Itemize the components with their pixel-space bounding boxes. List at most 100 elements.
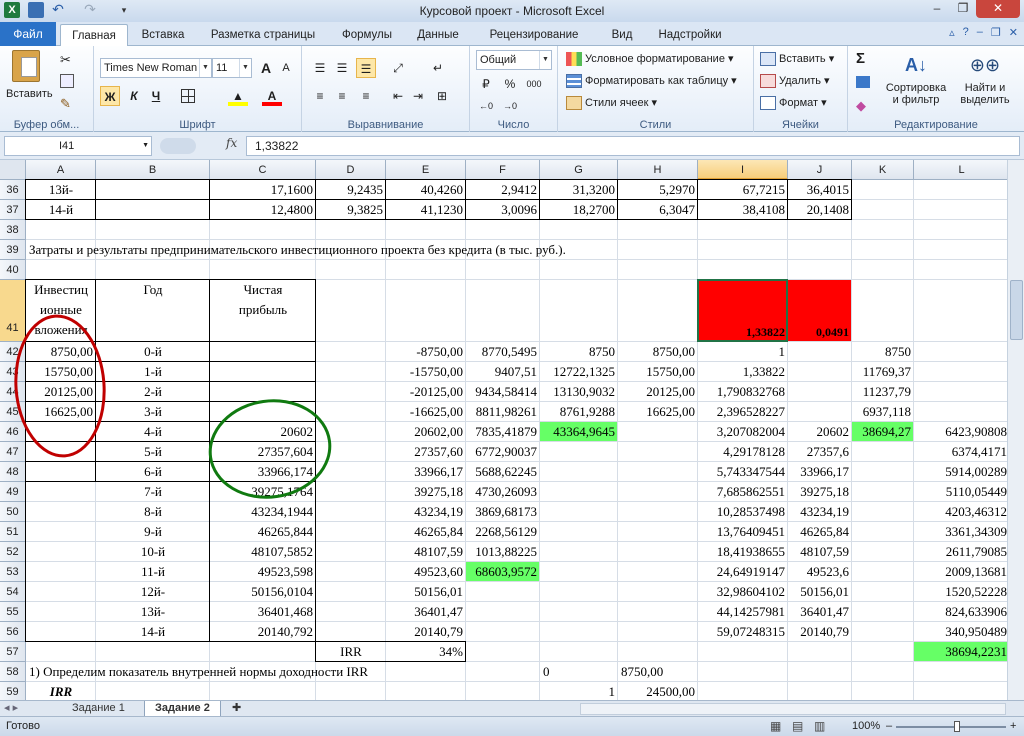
column-header-k[interactable]: K: [852, 160, 914, 180]
increase-decimal-icon[interactable]: ←0: [476, 96, 496, 116]
cell-f51[interactable]: 2268,56129: [466, 522, 540, 542]
row-header-37[interactable]: 37: [0, 200, 26, 220]
cell-d36[interactable]: 9,2435: [316, 180, 386, 200]
help-icon[interactable]: ?: [963, 26, 969, 39]
insert-function-icon[interactable]: fx: [226, 136, 237, 150]
cell-j46[interactable]: 20602: [788, 422, 852, 442]
cell-h44[interactable]: 20125,00: [618, 382, 698, 402]
cell-l56[interactable]: 340,950489: [914, 622, 1010, 642]
cell-b52[interactable]: 10-й: [96, 542, 210, 562]
cell-i54[interactable]: 32,98604102: [698, 582, 788, 602]
cell-a41-line2[interactable]: ионные: [26, 300, 96, 320]
cell-b43[interactable]: 1-й: [96, 362, 210, 382]
cell-k44[interactable]: 11237,79: [852, 382, 914, 402]
format-as-table-button[interactable]: Форматировать как таблицу ▾: [566, 74, 737, 89]
row-header-55[interactable]: 55: [0, 602, 26, 622]
row-header-50[interactable]: 50: [0, 502, 26, 522]
autosum-button[interactable]: Σ: [856, 50, 865, 67]
cell-j36[interactable]: 36,4015: [788, 180, 852, 200]
zoom-level[interactable]: 100%: [852, 717, 880, 736]
cell-j51[interactable]: 46265,84: [788, 522, 852, 542]
cell-f50[interactable]: 3869,68173: [466, 502, 540, 522]
shrink-font-button[interactable]: A: [276, 58, 296, 78]
increase-indent-icon[interactable]: ⇥: [408, 86, 428, 106]
cell-i48[interactable]: 5,743347544: [698, 462, 788, 482]
format-painter-icon[interactable]: ✎: [60, 96, 71, 112]
cell-e43[interactable]: -15750,00: [386, 362, 466, 382]
cell-i53[interactable]: 24,64919147: [698, 562, 788, 582]
cell-c56[interactable]: 20140,792: [210, 622, 316, 642]
insert-cells-button[interactable]: Вставить ▾: [760, 52, 834, 67]
cell-d57[interactable]: IRR: [316, 642, 386, 662]
tab-home[interactable]: Главная: [60, 24, 128, 47]
cell-j50[interactable]: 43234,19: [788, 502, 852, 522]
cell-j37[interactable]: 20,1408: [788, 200, 852, 220]
format-cells-button[interactable]: Формат ▾: [760, 96, 827, 111]
decrease-indent-icon[interactable]: ⇤: [388, 86, 408, 106]
decrease-decimal-icon[interactable]: →0: [500, 96, 520, 116]
cell-g36[interactable]: 31,3200: [540, 180, 618, 200]
cell-f44[interactable]: 9434,58414: [466, 382, 540, 402]
cell-h37[interactable]: 6,3047: [618, 200, 698, 220]
formula-bar-splitter[interactable]: [160, 138, 196, 154]
page-break-view-icon[interactable]: ▥: [814, 717, 825, 736]
cell-f47[interactable]: 6772,90037: [466, 442, 540, 462]
cell-i45[interactable]: 2,396528227: [698, 402, 788, 422]
row-header-52[interactable]: 52: [0, 542, 26, 562]
cell-l51[interactable]: 3361,34309: [914, 522, 1010, 542]
cell-b54[interactable]: 12й-: [96, 582, 210, 602]
column-header-a[interactable]: A: [26, 160, 96, 180]
cell-b51[interactable]: 9-й: [96, 522, 210, 542]
row-header-45[interactable]: 45: [0, 402, 26, 422]
row-header-49[interactable]: 49: [0, 482, 26, 502]
cell-l57[interactable]: 38694,2231: [914, 642, 1010, 662]
row-header-48[interactable]: 48: [0, 462, 26, 482]
cell-f42[interactable]: 8770,5495: [466, 342, 540, 362]
column-header-g[interactable]: G: [540, 160, 618, 180]
cell-f53[interactable]: 68603,9572: [466, 562, 540, 582]
column-header-i[interactable]: I: [698, 160, 788, 180]
cell-h36[interactable]: 5,2970: [618, 180, 698, 200]
cell-j55[interactable]: 36401,47: [788, 602, 852, 622]
row-header-57[interactable]: 57: [0, 642, 26, 662]
cell-e37[interactable]: 41,1230: [386, 200, 466, 220]
minimize-ribbon-icon[interactable]: ▵: [949, 26, 955, 39]
cell-l49[interactable]: 5110,05449: [914, 482, 1010, 502]
cell-e42[interactable]: -8750,00: [386, 342, 466, 362]
sheet-tab-1[interactable]: Задание 1: [62, 701, 135, 717]
cell-i37[interactable]: 38,4108: [698, 200, 788, 220]
worksheet-grid[interactable]: A B C D E F G H I J K L 36 37 38 39 40 41 42 43 44 45 46 47 48 49…: [0, 160, 1024, 700]
cell-a36[interactable]: 13й-: [26, 180, 96, 200]
row-header-43[interactable]: 43: [0, 362, 26, 382]
cell-e53[interactable]: 49523,60: [386, 562, 466, 582]
cell-c52[interactable]: 48107,5852: [210, 542, 316, 562]
column-header-j[interactable]: J: [788, 160, 852, 180]
cell-e57[interactable]: 34%: [386, 642, 466, 662]
cell-e49[interactable]: 39275,18: [386, 482, 466, 502]
tab-page-layout[interactable]: Разметка страницы: [198, 24, 328, 46]
cell-e47[interactable]: 27357,60: [386, 442, 466, 462]
cell-i46[interactable]: 3,207082004: [698, 422, 788, 442]
currency-icon[interactable]: ₽: [476, 74, 496, 94]
column-header-f[interactable]: F: [466, 160, 540, 180]
cell-l46[interactable]: 6423,90808: [914, 422, 1010, 442]
cell-g45[interactable]: 8761,9288: [540, 402, 618, 422]
cell-f52[interactable]: 1013,88225: [466, 542, 540, 562]
find-select-button[interactable]: ⊕⊕ Найти и выделить: [952, 50, 1018, 106]
cell-i52[interactable]: 18,41938655: [698, 542, 788, 562]
cell-f43[interactable]: 9407,51: [466, 362, 540, 382]
cell-h58[interactable]: 8750,00: [618, 662, 698, 682]
cell-l50[interactable]: 4203,46312: [914, 502, 1010, 522]
column-header-l[interactable]: L: [914, 160, 1010, 180]
cell-i56[interactable]: 59,07248315: [698, 622, 788, 642]
cell-h45[interactable]: 16625,00: [618, 402, 698, 422]
tab-formulas[interactable]: Формулы: [334, 24, 400, 46]
cell-g58[interactable]: 0: [540, 662, 618, 682]
cell-b41-line1[interactable]: Год: [96, 280, 210, 300]
cell-a44[interactable]: 20125,00: [26, 382, 96, 402]
cell-f36[interactable]: 2,9412: [466, 180, 540, 200]
cell-i55[interactable]: 44,14257981: [698, 602, 788, 622]
cell-e48[interactable]: 33966,17: [386, 462, 466, 482]
cell-e55[interactable]: 36401,47: [386, 602, 466, 622]
row-header-41[interactable]: 41: [0, 280, 26, 342]
